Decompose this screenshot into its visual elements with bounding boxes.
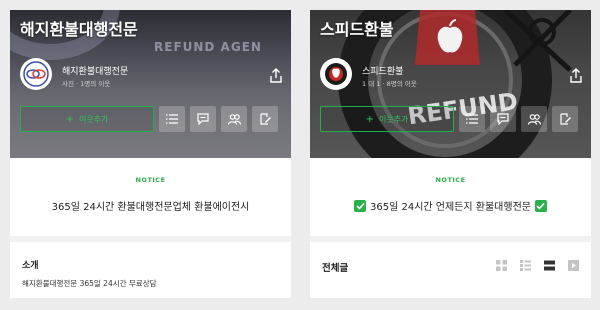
action-bar: + 이웃추가 <box>320 106 578 132</box>
neighbors-button[interactable] <box>521 106 547 132</box>
notice-section[interactable]: NOTICE 365일 24시간 언제든지 환불대행전문 <box>310 158 591 236</box>
add-neighbor-button[interactable]: + 이웃추가 <box>320 106 454 132</box>
notice-text[interactable]: 365일 24시간 환불대행전문업체 환불에이전시 <box>10 198 291 213</box>
list-view-icon[interactable] <box>519 259 531 271</box>
logo-icon <box>322 60 350 88</box>
intro-text: 해지환불대행전문 365일 24시간 무료상담 <box>22 279 157 288</box>
add-neighbor-button[interactable]: + 이웃추가 <box>20 106 154 132</box>
notice-text-label: 365일 24시간 환불대행전문업체 환불에이전시 <box>51 202 250 213</box>
plus-icon: + <box>65 113 74 125</box>
chat-icon <box>197 113 209 125</box>
view-switcher <box>495 259 579 271</box>
notice-text-label: 365일 24시간 언제든지 환불대행전문 <box>370 202 531 213</box>
list-icon <box>466 114 478 124</box>
cover-image: REFUND AGEN 해지환불대행전문 해지환불대행전문 사진 · 1명의 이… <box>10 10 291 158</box>
video-view-icon[interactable] <box>567 259 579 271</box>
write-icon <box>260 113 271 125</box>
cover-image: REFUND 스피드환불 스피드환불 1 대 1 · 8명의 이웃 + 이웃추가 <box>310 10 591 158</box>
blog-card-left: REFUND AGEN 해지환불대행전문 해지환불대행전문 사진 · 1명의 이… <box>10 10 291 298</box>
notice-text[interactable]: 365일 24시간 언제든지 환불대행전문 <box>310 198 591 213</box>
intro-title: 소개 <box>22 261 39 271</box>
blog-meta: 1 대 1 · 8명의 이웃 <box>362 80 417 88</box>
plus-icon: + <box>365 113 374 125</box>
list-button[interactable] <box>159 106 185 132</box>
people-icon <box>527 113 541 125</box>
share-icon[interactable] <box>569 68 583 84</box>
blog-name[interactable]: 스피드환불 <box>362 64 403 77</box>
chat-button[interactable] <box>490 106 516 132</box>
avatar[interactable] <box>20 58 52 90</box>
blog-card-right: REFUND 스피드환불 스피드환불 1 대 1 · 8명의 이웃 + 이웃추가 <box>310 10 591 298</box>
write-button[interactable] <box>552 106 578 132</box>
cover-decoration-text: REFUND AGEN <box>154 40 262 54</box>
write-button[interactable] <box>252 106 278 132</box>
logo-icon <box>23 61 49 87</box>
notice-tag: NOTICE <box>435 176 466 184</box>
chat-button[interactable] <box>190 106 216 132</box>
add-neighbor-label: 이웃추가 <box>78 114 109 124</box>
write-icon <box>560 113 571 125</box>
people-icon <box>227 113 241 125</box>
check-mark-icon <box>354 199 367 212</box>
divider <box>310 236 591 242</box>
notice-section[interactable]: NOTICE 365일 24시간 환불대행전문업체 환불에이전시 <box>10 158 291 236</box>
blog-name[interactable]: 해지환불대행전문 <box>62 64 128 77</box>
check-mark-icon <box>534 199 547 212</box>
action-bar: + 이웃추가 <box>20 106 278 132</box>
list-button[interactable] <box>459 106 485 132</box>
neighbors-button[interactable] <box>221 106 247 132</box>
notice-tag: NOTICE <box>135 176 166 184</box>
cover-title: 스피드환불 <box>320 20 394 39</box>
cover-title: 해지환불대행전문 <box>20 20 138 39</box>
share-icon[interactable] <box>269 68 283 84</box>
divider <box>10 236 291 242</box>
grid-view-icon[interactable] <box>495 259 507 271</box>
add-neighbor-label: 이웃추가 <box>378 114 409 124</box>
chat-icon <box>497 113 509 125</box>
all-posts-label: 전체글 <box>322 263 349 274</box>
card-view-icon[interactable] <box>543 259 555 271</box>
blog-meta: 사진 · 1명의 이웃 <box>62 80 111 88</box>
list-icon <box>166 114 178 124</box>
avatar[interactable] <box>320 58 352 90</box>
